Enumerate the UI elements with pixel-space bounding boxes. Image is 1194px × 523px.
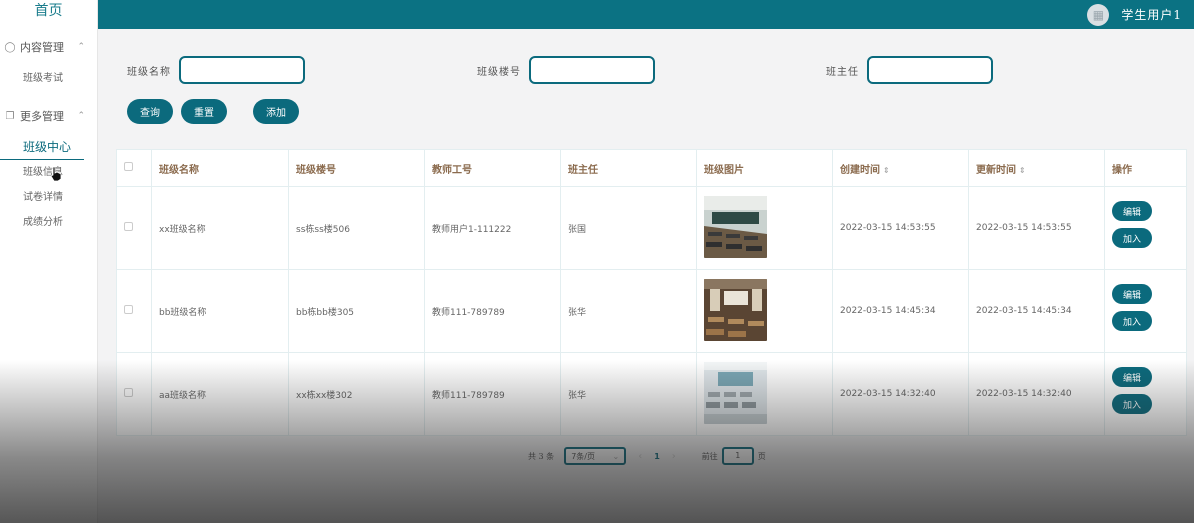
avatar[interactable]: ▦: [1087, 3, 1110, 26]
goto-page-input[interactable]: 1: [721, 447, 754, 465]
cell-class-name: xx班级名称: [151, 186, 289, 270]
row-checkbox[interactable]: [124, 305, 133, 314]
cell-building: xx栋xx楼302: [288, 352, 425, 436]
cell-updated: 2022-03-15 14:32:40: [968, 352, 1105, 436]
select-all-cell: [116, 149, 152, 187]
cell-updated: 2022-03-15 14:45:34: [968, 269, 1105, 353]
building-input[interactable]: [529, 56, 655, 84]
username[interactable]: 学生用户1: [1121, 6, 1182, 23]
classroom-image[interactable]: [704, 278, 767, 341]
teacher-label: 班主任: [826, 66, 859, 78]
class-name-field: 班级名称: [127, 56, 305, 84]
cell-building: bb栋bb楼305: [288, 269, 425, 353]
cell-created: 2022-03-15 14:45:34: [832, 269, 969, 353]
class-table: 班级名称 班级楼号 教师工号 班主任 班级图片 创建时间 ⇕ 更新时间 ⇕ 操作 x…: [116, 149, 1187, 436]
join-button[interactable]: 加入: [1112, 311, 1152, 331]
cell-class-name: bb班级名称: [151, 269, 289, 353]
classroom-image[interactable]: [704, 361, 767, 424]
col-updated[interactable]: 更新时间 ⇕: [968, 149, 1105, 187]
cell-created: 2022-03-15 14:32:40: [832, 352, 969, 436]
sidebar-group-label: 更多管理: [20, 110, 64, 123]
edit-button[interactable]: 编辑: [1112, 284, 1152, 304]
goto-label: 前往: [701, 451, 718, 461]
class-name-label: 班级名称: [127, 66, 171, 78]
building-label: 班级楼号: [477, 66, 521, 78]
table-row: xx班级名称 ss栋ss楼506 教师用户1-111222 张国 2022-03…: [116, 186, 1187, 270]
sidebar-group-content[interactable]: ◯ 内容管理 ⌃: [0, 34, 97, 60]
hand-cursor-icon: [50, 166, 62, 182]
sort-icon[interactable]: ⇕: [1019, 166, 1026, 175]
cell-class-image: [696, 186, 833, 270]
current-page[interactable]: 1: [654, 452, 660, 461]
cell-class-image: [696, 352, 833, 436]
cell-teacher-id: 教师用户1-111222: [424, 186, 561, 270]
chevron-down-icon: ⌄: [612, 451, 620, 461]
next-page-icon[interactable]: ›: [672, 451, 676, 462]
sidebar-item-class-center[interactable]: 班级中心: [0, 135, 84, 160]
join-button[interactable]: 加入: [1112, 394, 1152, 414]
col-updated-label: 更新时间: [976, 164, 1016, 176]
cell-head-teacher: 张华: [560, 269, 697, 353]
join-button[interactable]: 加入: [1112, 228, 1152, 248]
col-building: 班级楼号: [288, 149, 425, 187]
cell-actions: 编辑 加入: [1104, 186, 1187, 270]
page-size-value: 7条/页: [571, 451, 595, 461]
sidebar: 首页 ◯ 内容管理 ⌃ 班级考试 ❐ 更多管理 ⌃ 班级中心 班级信息 试卷详情…: [0, 0, 98, 523]
copy-icon: ❐: [5, 110, 15, 122]
reset-button[interactable]: 重置: [181, 99, 227, 124]
cell-created: 2022-03-15 14:53:55: [832, 186, 969, 270]
query-button[interactable]: 查询: [127, 99, 173, 124]
table-row: aa班级名称 xx栋xx楼302 教师111-789789 张华 2022-03…: [116, 352, 1187, 436]
row-checkbox[interactable]: [124, 222, 133, 231]
col-class-name: 班级名称: [151, 149, 289, 187]
sidebar-item-score-analysis[interactable]: 成绩分析: [0, 210, 97, 235]
teacher-input[interactable]: [867, 56, 993, 84]
classroom-image[interactable]: [704, 195, 767, 258]
page-suffix: 页: [757, 451, 766, 461]
building-field: 班级楼号: [477, 56, 655, 84]
cell-class-name: aa班级名称: [151, 352, 289, 436]
select-all-checkbox[interactable]: [124, 162, 133, 171]
cell-building: ss栋ss楼506: [288, 186, 425, 270]
edit-button[interactable]: 编辑: [1112, 201, 1152, 221]
cell-head-teacher: 张国: [560, 186, 697, 270]
edit-button[interactable]: 编辑: [1112, 367, 1152, 387]
col-created-label: 创建时间: [840, 164, 880, 176]
chat-icon: ◯: [4, 41, 16, 53]
prev-page-icon[interactable]: ‹: [638, 451, 642, 462]
page-size-select[interactable]: 7条/页 ⌄: [564, 447, 627, 465]
class-name-input[interactable]: [179, 56, 305, 84]
teacher-field: 班主任: [826, 56, 993, 84]
col-teacher-id: 教师工号: [424, 149, 561, 187]
search-form: 班级名称 班级楼号 班主任: [127, 56, 1187, 86]
sidebar-group-more[interactable]: ❐ 更多管理 ⌃: [0, 103, 97, 129]
col-head-teacher: 班主任: [560, 149, 697, 187]
action-buttons: 查询 重置 添加: [127, 99, 307, 124]
sidebar-item-class-info[interactable]: 班级信息: [0, 160, 97, 185]
top-bar: ▦ 学生用户1: [98, 0, 1194, 29]
sidebar-home[interactable]: 首页: [0, 0, 97, 26]
chevron-up-icon: ⌃: [77, 42, 85, 52]
table-header-row: 班级名称 班级楼号 教师工号 班主任 班级图片 创建时间 ⇕ 更新时间 ⇕ 操作: [116, 149, 1187, 187]
col-actions: 操作: [1104, 149, 1187, 187]
sidebar-group-label: 内容管理: [20, 41, 64, 54]
table-row: bb班级名称 bb栋bb楼305 教师111-789789 张华 2022-03…: [116, 269, 1187, 353]
pagination-total: 共 3 条: [528, 451, 555, 461]
add-button[interactable]: 添加: [253, 99, 299, 124]
cell-updated: 2022-03-15 14:53:55: [968, 186, 1105, 270]
col-class-image: 班级图片: [696, 149, 833, 187]
row-checkbox[interactable]: [124, 388, 133, 397]
sidebar-item-paper-detail[interactable]: 试卷详情: [0, 185, 97, 210]
cell-teacher-id: 教师111-789789: [424, 269, 561, 353]
sidebar-item-class-exam[interactable]: 班级考试: [0, 66, 97, 91]
sort-icon[interactable]: ⇕: [883, 166, 890, 175]
cell-actions: 编辑 加入: [1104, 352, 1187, 436]
pagination: 共 3 条 7条/页 ⌄ ‹ 1 › 前往 1 页: [528, 447, 766, 465]
cell-actions: 编辑 加入: [1104, 269, 1187, 353]
cell-teacher-id: 教师111-789789: [424, 352, 561, 436]
cell-head-teacher: 张华: [560, 352, 697, 436]
col-created[interactable]: 创建时间 ⇕: [832, 149, 969, 187]
cell-class-image: [696, 269, 833, 353]
chevron-up-icon: ⌃: [77, 111, 85, 121]
